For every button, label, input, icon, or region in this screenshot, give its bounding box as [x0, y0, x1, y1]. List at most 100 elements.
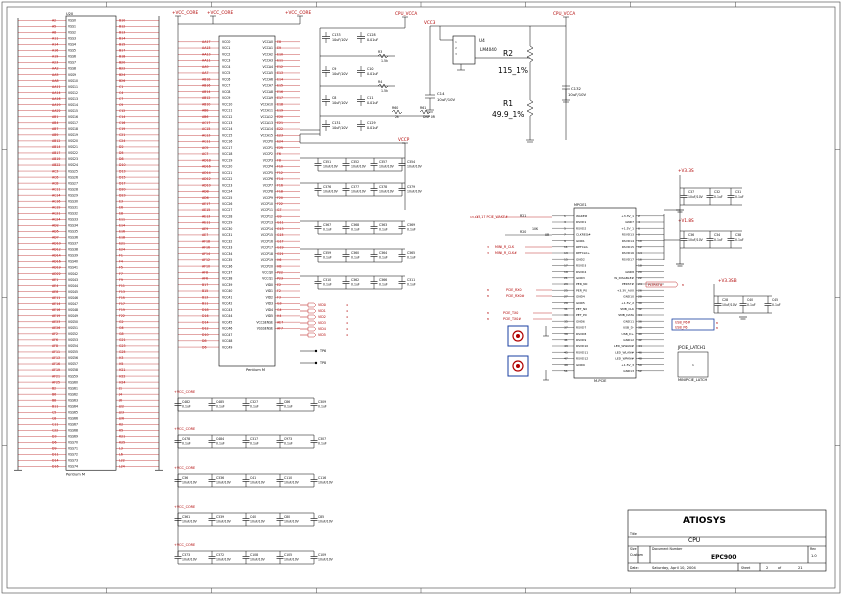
mpcie-right-pin: 48	[638, 357, 642, 361]
right-pin-num: F7	[119, 272, 123, 276]
left-pin-num: AC16	[52, 199, 60, 203]
cap-ref: C37	[688, 190, 694, 194]
vccp-decoupling-grid: C35110uF/10VC35210uF/10VC35710uF/10VC354…	[300, 157, 423, 290]
vcca-pin-num: F16	[277, 183, 283, 187]
right-pin-num: H22	[119, 374, 125, 378]
left-pin-name: VSS22	[68, 151, 78, 155]
cap-ref: C36	[182, 476, 188, 480]
left-pin-name: VSS37	[68, 242, 78, 246]
latch-pin: 1	[692, 363, 694, 367]
cap-ref: C484	[216, 437, 224, 441]
vcc-pin-num: AF18	[202, 239, 210, 243]
vcc-pin-num: B11	[202, 302, 208, 306]
cap-value: 0.01uF	[367, 72, 378, 76]
vcca-pin-num: E9	[277, 46, 281, 50]
left-pin-num: C8	[52, 416, 56, 420]
left-pin-name: VSS17	[68, 121, 78, 125]
decoupling-capacitor: C35710uF/10V	[370, 158, 395, 171]
mpcie-right-name: GND13	[623, 369, 634, 373]
cap-ref: C31	[735, 190, 741, 194]
left-pin-name: VSS42	[68, 272, 78, 276]
mpcie-right-name: W_DISABLE#	[614, 276, 634, 280]
mpcie-right-name: +3.3V_1	[621, 214, 634, 218]
vcca-pin-num: F12	[277, 171, 283, 175]
vcc-pin-name: VCC3	[222, 59, 230, 63]
mpcie-left-name: CLKREQ#	[576, 233, 591, 237]
decoupling-capacitor: C13110uF/10V	[322, 120, 348, 131]
vcc-pin-name: VCC19	[222, 158, 232, 162]
c132-value: 10uF/10V	[568, 92, 587, 97]
c14-value: 10uF/10V	[437, 97, 456, 102]
vcc-pin-name: VCC30	[222, 227, 232, 231]
cpu-vss-part: U20 A2 VSS0 B10 A5 VSS1 B12 A8 VSS2 B13 A11 VSS3 B14…	[14, 12, 163, 476]
vcc-pin-name: VCC29	[222, 221, 232, 225]
left-pin-name: VSS38	[68, 248, 78, 252]
net-page-ref: 8	[716, 321, 718, 325]
decoupling-capacitor: C4820.1uF	[174, 398, 191, 411]
right-pin-num: E8	[119, 211, 123, 215]
right-pin-num: L6	[119, 453, 123, 457]
vcc-pin-name: VCC12	[222, 115, 232, 119]
left-pin-num: AD5	[52, 230, 59, 234]
vcca-pin-num: E18	[277, 102, 283, 106]
vid-page-ref: 4	[346, 309, 348, 313]
sheet-number: 2	[766, 566, 768, 570]
mpcie-ref: MPCIE1	[574, 203, 587, 207]
mpcie-right-pin: 30	[638, 301, 642, 305]
vcca-pin-num: H8	[277, 264, 281, 268]
left-pin-name: VSS39	[68, 254, 78, 258]
decoupling-capacitor: C33610uF/10V	[208, 474, 232, 487]
right-pin-num: C16	[119, 121, 125, 125]
rail-v3-3sb: +V3.3SB	[718, 278, 737, 283]
cap-value: 10uF/10V	[379, 190, 395, 194]
mpcie-right-name: RSVD17	[622, 257, 634, 261]
vcca-pin-name: VCCA8	[262, 90, 273, 94]
mpcie-left-name: WAKE#	[576, 214, 588, 218]
vcca-pin-num: E11	[277, 59, 283, 63]
cap-ref: C40	[747, 298, 753, 302]
cap-ref: C379	[407, 185, 415, 189]
r2-ref: R2	[503, 49, 513, 58]
left-pin-num: AC11	[52, 187, 60, 191]
vcca-pin-name: VCCP14	[261, 227, 273, 231]
mpcie-right-pin: 14	[638, 251, 642, 255]
cap-value: 0.01uF	[367, 38, 378, 42]
res-ref: R3	[378, 50, 382, 54]
vcc-pin-name: VCC26	[222, 202, 232, 206]
right-pin-num: G21	[119, 338, 126, 342]
left-pin-name: VSS56	[68, 356, 78, 360]
mpcie-left-pin: 45	[564, 350, 568, 354]
right-pin-num: B24	[119, 73, 125, 77]
left-pin-num: C22	[52, 429, 58, 433]
right-pin-num: D8	[119, 157, 123, 161]
cap-ref: C8	[332, 96, 336, 100]
mpcie-right-pin: 40	[638, 332, 642, 336]
decoupling-capacitor: C3690.1uF	[398, 221, 416, 234]
vcca-pin-num: AE7	[277, 320, 283, 324]
mpcie-left-name: GND5	[576, 301, 585, 305]
right-pin-num: F19	[119, 308, 125, 312]
vcc-pin-num: AF6	[202, 277, 208, 281]
vcc-pin-name: VCC41	[222, 295, 232, 299]
cap-value: 0.1uF	[216, 405, 225, 409]
cap-value: 0.1uF	[735, 238, 744, 242]
vcca-pin-num: P22	[277, 271, 283, 275]
mpcie-left-pin: 9	[564, 239, 566, 243]
mpcie-left-name: REFCLK-	[576, 245, 588, 249]
vcc-pin-num: D18	[202, 308, 209, 312]
cap-ref: C80	[284, 515, 290, 519]
cap-value: 0.1uF	[735, 195, 744, 199]
right-pin-num: D5	[119, 151, 123, 155]
vcca-pin-num: F8	[277, 158, 281, 162]
net-page-ref: 3	[487, 251, 489, 255]
clk-resistor-ref: R20	[520, 230, 526, 234]
rail-label: +VCC_CORE	[174, 543, 195, 547]
vcc-pin-name: VCC23	[222, 183, 232, 187]
decoupling-capacitor: C320.1uF	[706, 188, 723, 205]
vcca-pin-name: VCCQ0	[262, 271, 273, 275]
vcc-pin-num: AF8	[202, 271, 208, 275]
cap-ref: C366	[379, 278, 387, 282]
vid-page-ref: 4	[346, 333, 348, 337]
left-pin-name: VSS33	[68, 217, 78, 221]
r1-ref: R1	[503, 99, 513, 108]
